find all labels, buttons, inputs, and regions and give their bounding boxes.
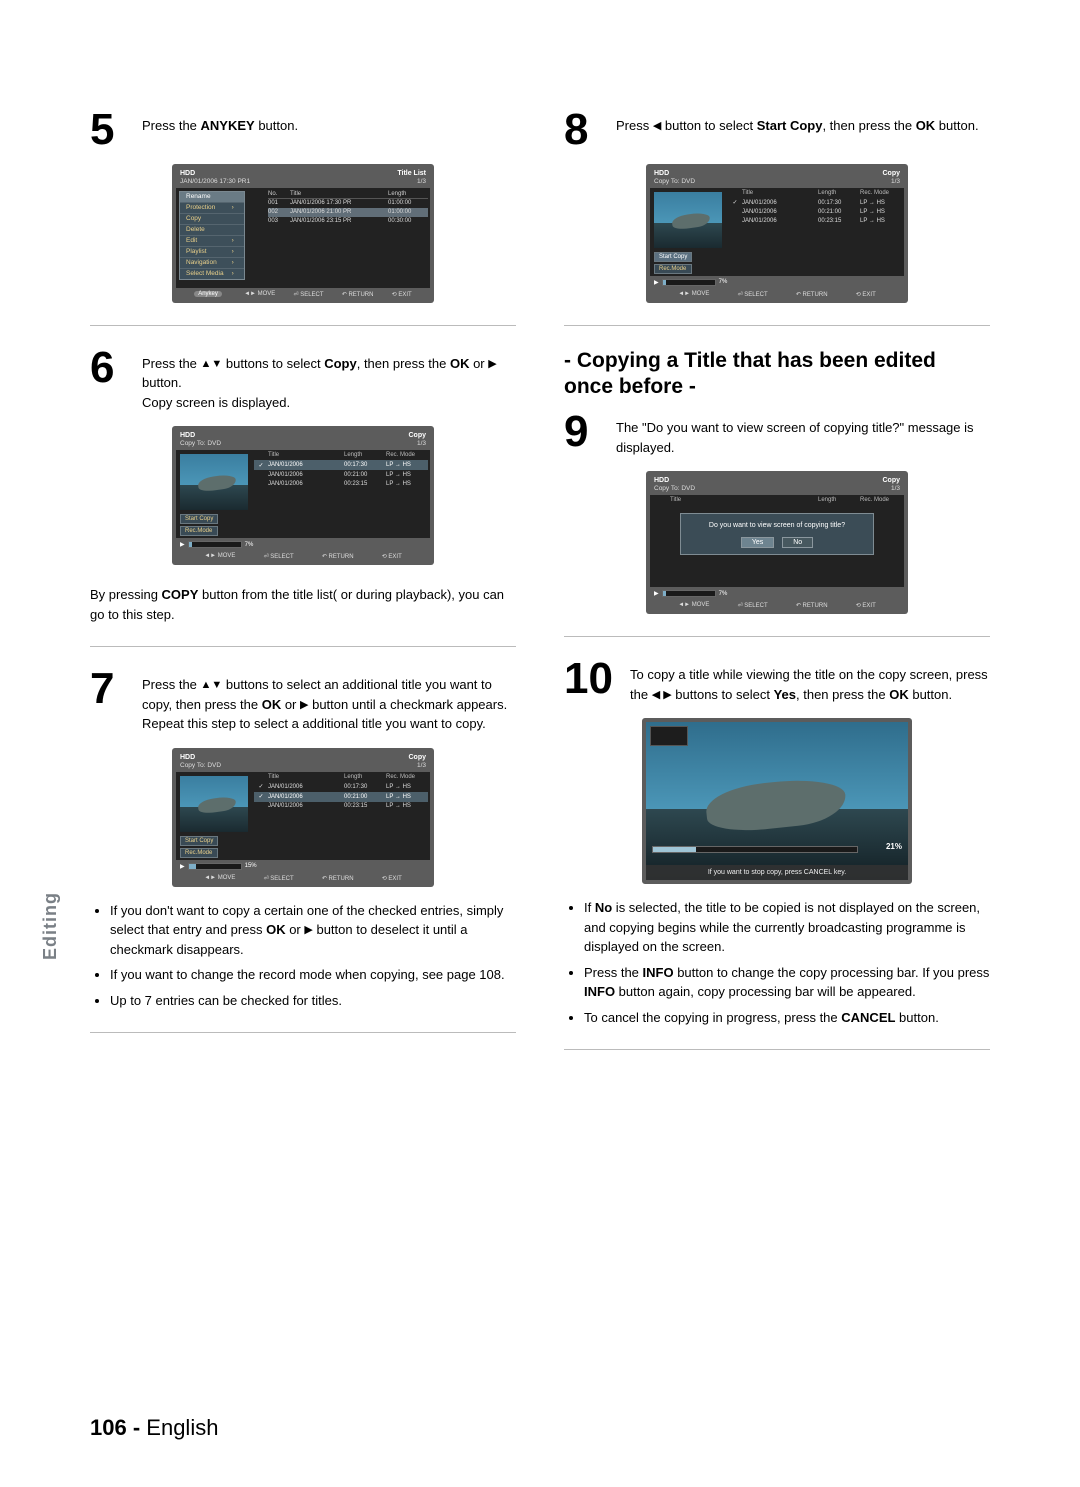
separator [90, 1032, 516, 1033]
screenshot-copy-7pct: HDDCopy Copy To: DVD1/3 TitleLengthRec. … [172, 426, 434, 565]
step-text: To copy a title while viewing the title … [630, 659, 990, 704]
playback-progress [652, 846, 858, 853]
page: Editing 5 Press the ANYKEY button. HDD T… [0, 0, 1080, 1487]
start-copy-button[interactable]: Start Copy [654, 252, 692, 262]
no-button[interactable]: No [782, 537, 813, 548]
screenshot-start-copy: HDDCopy Copy To: DVD1/3 TitleLengthRec. … [646, 164, 908, 303]
playback-percent: 21% [886, 842, 902, 851]
step-6: 6 Press the ▲▼ buttons to select Copy, t… [90, 348, 516, 413]
copy-progress: ▶ 7% [176, 538, 430, 550]
step-number: 10 [564, 659, 620, 699]
anykey-badge: Anykey [194, 291, 222, 297]
right-column: 8 Press ◀ button to select Start Copy, t… [564, 110, 990, 1072]
title-list-label: Title List [397, 170, 426, 177]
step-number: 8 [564, 110, 606, 150]
left-right-icon: ◀ ▶ [652, 690, 672, 701]
page-counter: 1/3 [417, 178, 426, 185]
page-footer: 106 - English [90, 1415, 218, 1441]
rec-mode-button[interactable]: Rec.Mode [180, 526, 218, 536]
confirm-dialog: Do you want to view screen of copying ti… [680, 513, 874, 555]
separator [564, 636, 990, 637]
step-9: 9 The "Do you want to view screen of cop… [564, 412, 990, 457]
play-right-icon: ▶ [304, 925, 312, 936]
screenshot-title-list: HDD Title List JAN/01/2006 17:30 PR1 1/3… [172, 164, 434, 303]
playback-indicator [650, 726, 688, 746]
two-columns: 5 Press the ANYKEY button. HDD Title Lis… [90, 110, 990, 1072]
title-list-subline: JAN/01/2006 17:30 PR1 [180, 178, 250, 185]
title-list-rows: No. Title Length 001JAN/01/2006 17:30 PR… [268, 190, 428, 226]
step-text: Press the ANYKEY button. [142, 110, 298, 136]
step-text: Press the ▲▼ buttons to select an additi… [142, 669, 516, 734]
step-8: 8 Press ◀ button to select Start Copy, t… [564, 110, 990, 150]
rec-mode-button[interactable]: Rec.Mode [180, 848, 218, 858]
step6-note: By pressing COPY button from the title l… [90, 579, 516, 624]
play-right-icon: ▶ [488, 359, 496, 370]
preview-thumbnail [654, 192, 722, 248]
section-heading: - Copying a Title that has been edited o… [564, 348, 990, 401]
rec-mode-button[interactable]: Rec.Mode [654, 264, 692, 274]
up-down-icon: ▲▼ [201, 680, 223, 691]
playback-message: If you want to stop copy, press CANCEL k… [646, 865, 908, 880]
step7-bullets: If you don't want to copy a certain one … [90, 901, 516, 1011]
start-copy-button[interactable]: Start Copy [180, 836, 218, 846]
dialog-message: Do you want to view screen of copying ti… [687, 522, 867, 529]
up-down-icon: ▲▼ [201, 359, 223, 370]
yes-button[interactable]: Yes [741, 537, 774, 548]
step-10: 10 To copy a title while viewing the tit… [564, 659, 990, 704]
screenshot-copy-15pct: HDDCopy Copy To: DVD1/3 TitleLengthRec. … [172, 748, 434, 887]
separator [564, 1049, 990, 1050]
screenshot-playback: 21% If you want to stop copy, press CANC… [642, 718, 912, 884]
step-5: 5 Press the ANYKEY button. [90, 110, 516, 150]
step10-bullets: If No is selected, the title to be copie… [564, 898, 990, 1027]
left-column: 5 Press the ANYKEY button. HDD Title Lis… [90, 110, 516, 1072]
separator [90, 646, 516, 647]
side-tab: Editing [40, 892, 61, 960]
start-copy-button[interactable]: Start Copy [180, 514, 218, 524]
step-text: The "Do you want to view screen of copyi… [616, 412, 990, 457]
step-7: 7 Press the ▲▼ buttons to select an addi… [90, 669, 516, 734]
step-text: Press the ▲▼ buttons to select Copy, the… [142, 348, 516, 413]
screenshot-dialog: HDDCopy Copy To: DVD1/3 TitleLengthRec. … [646, 471, 908, 614]
preview-thumbnail [180, 776, 248, 832]
step-number: 9 [564, 412, 606, 452]
preview-thumbnail [180, 454, 248, 510]
separator [90, 325, 516, 326]
copy-rows: TitleLengthRec. Mode ✓JAN/01/200600:17:3… [252, 450, 430, 538]
step-number: 6 [90, 348, 132, 388]
step-number: 7 [90, 669, 132, 709]
separator [564, 325, 990, 326]
step-number: 5 [90, 110, 132, 150]
footer-hints: Anykey ◄► MOVE ⏎ SELECT ↶ RETURN ⟲ EXIT [176, 288, 430, 299]
step-text: Press ◀ button to select Start Copy, the… [616, 110, 979, 136]
hdd-label: HDD [180, 170, 195, 177]
title-list-menu[interactable]: Rename Protection› Copy Delete Edit› Pla… [179, 191, 245, 280]
